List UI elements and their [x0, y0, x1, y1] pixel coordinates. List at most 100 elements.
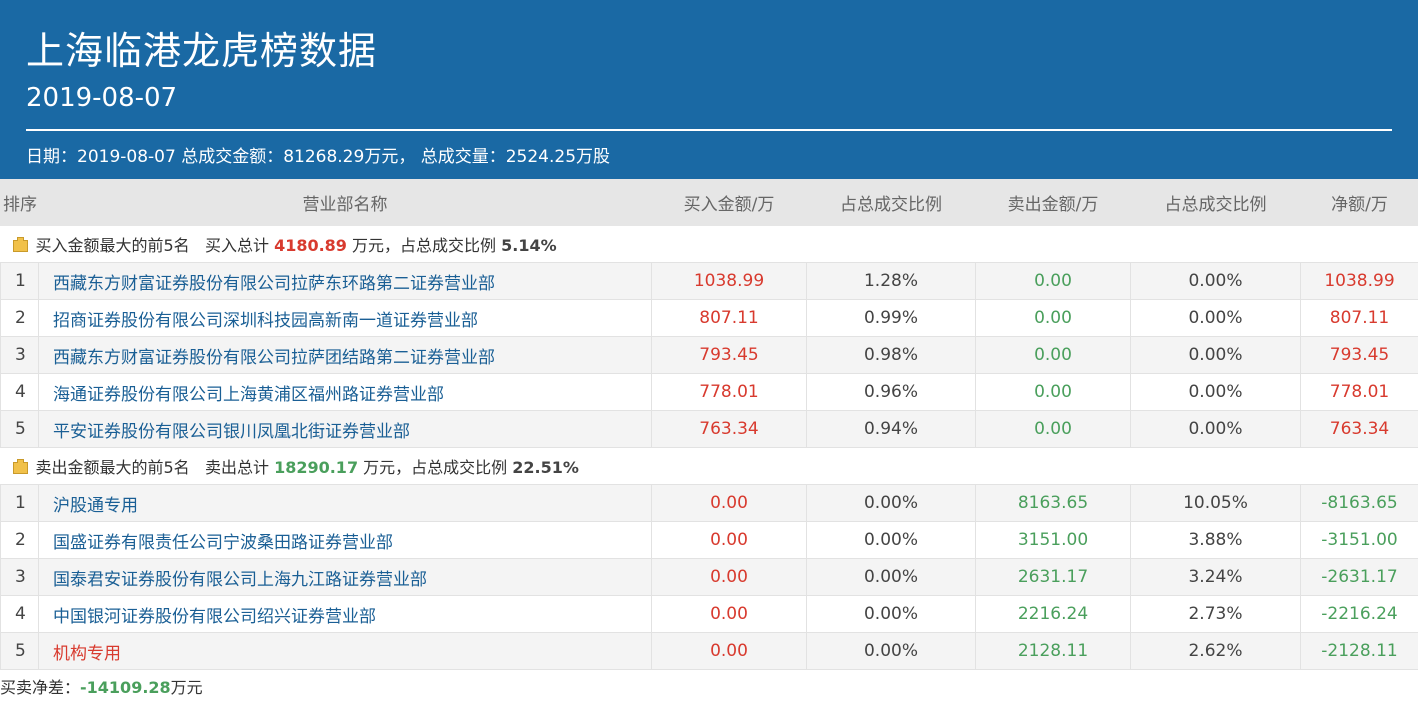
sell-amount: 2128.11 — [975, 632, 1131, 670]
buy-ratio: 0.00% — [806, 558, 976, 596]
sell-amount: 8163.65 — [975, 484, 1131, 522]
buy-ratio: 0.96% — [806, 373, 976, 411]
row-rank: 4 — [0, 595, 39, 633]
row-rank: 5 — [0, 632, 39, 670]
net-amount: -2631.17 — [1300, 558, 1418, 596]
table-row[interactable]: 1 沪股通专用 0.00 0.00% 8163.65 10.05% -8163.65 — [0, 484, 1418, 522]
sell-total-prefix: 卖出总计 — [204, 458, 269, 477]
buy-section-label: 买入金额最大的前5名 — [35, 236, 190, 255]
table-row[interactable]: 2 国盛证券有限责任公司宁波桑田路证券营业部 0.00 0.00% 3151.00 3.8… — [0, 521, 1418, 559]
sell-ratio: 2.73% — [1130, 595, 1301, 633]
sell-ratio: 10.05% — [1130, 484, 1301, 522]
buy-amount: 807.11 — [651, 299, 807, 337]
branch-name-link[interactable]: 西藏东方财富证券股份有限公司拉萨团结路第二证券营业部 — [38, 336, 652, 374]
sell-amount: 0.00 — [975, 373, 1131, 411]
table-row[interactable]: 1 西藏东方财富证券股份有限公司拉萨东环路第二证券营业部 1038.99 1.28% 0… — [0, 262, 1418, 300]
sell-ratio: 3.24% — [1130, 558, 1301, 596]
sell-amount: 2631.17 — [975, 558, 1131, 596]
row-rank: 1 — [0, 262, 39, 300]
sell-ratio: 0.00% — [1130, 262, 1301, 300]
table-row[interactable]: 5 机构专用 0.00 0.00% 2128.11 2.62% -2128.11 — [0, 632, 1418, 670]
branch-name-link[interactable]: 招商证券股份有限公司深圳科技园高新南一道证券营业部 — [38, 299, 652, 337]
col-sell-ratio[interactable]: 占总成交比例 — [1130, 179, 1301, 226]
buy-total-value: 4180.89 — [274, 236, 347, 255]
sell-amount: 3151.00 — [975, 521, 1131, 559]
page-header: 上海临港龙虎榜数据 2019-08-07 日期：2019-08-07 总成交金额… — [0, 0, 1418, 179]
net-amount: -3151.00 — [1300, 521, 1418, 559]
sell-section-label: 卖出金额最大的前5名 — [35, 458, 190, 477]
buy-ratio: 0.94% — [806, 410, 976, 448]
net-difference: 买卖净差：-14109.28万元 — [0, 670, 1418, 706]
net-amount: 778.01 — [1300, 373, 1418, 411]
table-row[interactable]: 3 西藏东方财富证券股份有限公司拉萨团结路第二证券营业部 793.45 0.98% 0.… — [0, 336, 1418, 374]
buy-ratio: 0.00% — [806, 595, 976, 633]
page-title: 上海临港龙虎榜数据 — [26, 29, 378, 73]
branch-name-link[interactable]: 机构专用 — [38, 632, 652, 670]
summary-info: 日期：2019-08-07 总成交金额：81268.29万元， 总成交量：252… — [26, 147, 611, 167]
buy-amount: 0.00 — [651, 484, 807, 522]
col-buy-amount[interactable]: 买入金额/万 — [651, 179, 807, 226]
table-row[interactable]: 4 中国银河证券股份有限公司绍兴证券营业部 0.00 0.00% 2216.24 2.73… — [0, 595, 1418, 633]
branch-name-link[interactable]: 国泰君安证券股份有限公司上海九江路证券营业部 — [38, 558, 652, 596]
sell-ratio: 0.00% — [1130, 299, 1301, 337]
buy-ratio: 0.00% — [806, 521, 976, 559]
col-buy-ratio[interactable]: 占总成交比例 — [806, 179, 976, 226]
buy-total-unit: 万元，占总成交比例 — [352, 236, 497, 255]
net-difference-label: 买卖净差： — [0, 678, 81, 697]
table-row[interactable]: 3 国泰君安证券股份有限公司上海九江路证券营业部 0.00 0.00% 2631.17 3… — [0, 558, 1418, 596]
buy-amount: 793.45 — [651, 336, 807, 374]
folder-icon — [12, 237, 28, 252]
row-rank: 2 — [0, 299, 39, 337]
net-amount: 807.11 — [1300, 299, 1418, 337]
branch-name-link[interactable]: 沪股通专用 — [38, 484, 652, 522]
branch-name-link[interactable]: 海通证券股份有限公司上海黄浦区福州路证券营业部 — [38, 373, 652, 411]
row-rank: 2 — [0, 521, 39, 559]
net-amount: 763.34 — [1300, 410, 1418, 448]
branch-name-link[interactable]: 西藏东方财富证券股份有限公司拉萨东环路第二证券营业部 — [38, 262, 652, 300]
branch-name-link[interactable]: 国盛证券有限责任公司宁波桑田路证券营业部 — [38, 521, 652, 559]
net-difference-value: -14109.28 — [80, 678, 171, 697]
folder-icon — [12, 459, 28, 474]
branch-name-link[interactable]: 平安证券股份有限公司银川凤凰北街证券营业部 — [38, 410, 652, 448]
sell-amount: 0.00 — [975, 410, 1131, 448]
buy-ratio: 0.00% — [806, 632, 976, 670]
net-amount: 793.45 — [1300, 336, 1418, 374]
sell-total-value: 18290.17 — [274, 458, 359, 477]
sell-amount: 0.00 — [975, 299, 1131, 337]
buy-amount: 1038.99 — [651, 262, 807, 300]
col-branch-name[interactable]: 营业部名称 — [38, 179, 652, 226]
page-date: 2019-08-07 — [26, 83, 178, 113]
buy-amount: 0.00 — [651, 632, 807, 670]
sell-ratio: 3.88% — [1130, 521, 1301, 559]
col-net[interactable]: 净额/万 — [1300, 179, 1418, 226]
sell-section-header: 卖出金额最大的前5名 卖出总计 18290.17 万元，占总成交比例 22.51… — [0, 447, 1418, 485]
table-row[interactable]: 4 海通证券股份有限公司上海黄浦区福州路证券营业部 778.01 0.96% 0.00 0… — [0, 373, 1418, 411]
sell-ratio: 0.00% — [1130, 373, 1301, 411]
row-rank: 5 — [0, 410, 39, 448]
branch-name-link[interactable]: 中国银河证券股份有限公司绍兴证券营业部 — [38, 595, 652, 633]
buy-amount: 0.00 — [651, 558, 807, 596]
buy-ratio: 0.98% — [806, 336, 976, 374]
net-difference-unit: 万元 — [170, 678, 203, 697]
row-rank: 3 — [0, 336, 39, 374]
net-amount: -2216.24 — [1300, 595, 1418, 633]
row-rank: 1 — [0, 484, 39, 522]
sell-total-ratio: 22.51% — [512, 458, 579, 477]
header-divider — [26, 129, 1392, 131]
row-rank: 3 — [0, 558, 39, 596]
table-header-row: 排序 营业部名称 买入金额/万 占总成交比例 卖出金额/万 占总成交比例 净额/… — [0, 179, 1418, 226]
dragon-tiger-table: 排序 营业部名称 买入金额/万 占总成交比例 卖出金额/万 占总成交比例 净额/… — [0, 179, 1418, 670]
table-row[interactable]: 2 招商证券股份有限公司深圳科技园高新南一道证券营业部 807.11 0.99% 0.0… — [0, 299, 1418, 337]
buy-total-prefix: 买入总计 — [204, 236, 269, 255]
buy-ratio: 1.28% — [806, 262, 976, 300]
sell-ratio: 2.62% — [1130, 632, 1301, 670]
sell-amount: 2216.24 — [975, 595, 1131, 633]
buy-amount: 0.00 — [651, 521, 807, 559]
table-row[interactable]: 5 平安证券股份有限公司银川凤凰北街证券营业部 763.34 0.94% 0.00 0.0… — [0, 410, 1418, 448]
col-rank[interactable]: 排序 — [0, 179, 39, 226]
buy-section-header: 买入金额最大的前5名 买入总计 4180.89 万元，占总成交比例 5.14% — [0, 225, 1418, 263]
net-amount: -8163.65 — [1300, 484, 1418, 522]
net-amount: 1038.99 — [1300, 262, 1418, 300]
sell-ratio: 0.00% — [1130, 410, 1301, 448]
col-sell-amount[interactable]: 卖出金额/万 — [975, 179, 1131, 226]
